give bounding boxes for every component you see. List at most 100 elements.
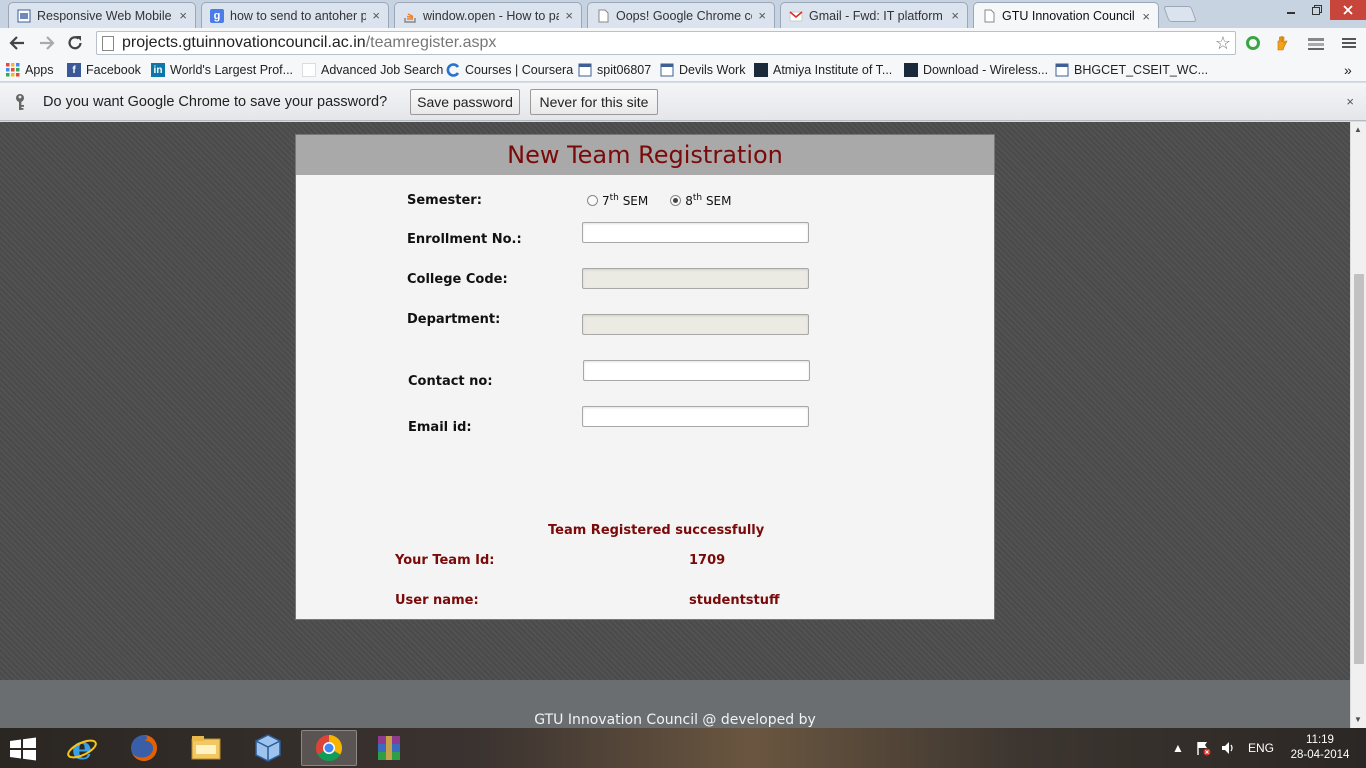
semester-7-radio[interactable]	[587, 195, 598, 206]
footer-text: GTU Innovation Council @ developed by	[534, 712, 816, 728]
tab-gmail[interactable]: Gmail - Fwd: IT platform a ×	[780, 2, 968, 28]
firefox-icon[interactable]	[116, 730, 172, 766]
language-indicator[interactable]: ENG	[1248, 728, 1274, 768]
tab-close-icon[interactable]: ×	[1142, 9, 1150, 24]
internet-explorer-icon[interactable]: e	[54, 730, 110, 766]
page-favicon-icon	[578, 63, 592, 77]
chrome-menu-icon[interactable]	[1340, 34, 1358, 52]
semester-label: Semester:	[407, 193, 482, 208]
bookmark-devils-work[interactable]: Devils Work	[660, 61, 745, 79]
page-content: New Team Registration Semester: 7th SEM …	[0, 122, 1350, 728]
chrome-icon[interactable]	[301, 730, 357, 766]
email-label: Email id:	[408, 420, 472, 435]
save-password-button[interactable]: Save password	[410, 89, 520, 115]
bookmark-label: Devils Work	[679, 63, 746, 77]
tab-close-icon[interactable]: ×	[565, 8, 573, 23]
tab-title: window.open - How to pa	[423, 8, 560, 23]
scroll-up-arrow-icon[interactable]: ▲	[1354, 125, 1362, 134]
new-tab-button[interactable]	[1163, 6, 1197, 22]
action-center-flag-icon[interactable]	[1195, 728, 1211, 768]
scrollbar-thumb[interactable]	[1354, 274, 1364, 664]
extension-drive-icon[interactable]	[1307, 34, 1325, 52]
dark-site-icon	[904, 63, 918, 77]
bookmarks-overflow-chevron-icon[interactable]: »	[1344, 61, 1352, 79]
bookmark-star-icon[interactable]: ☆	[1215, 33, 1231, 54]
clock-date: 28-04-2014	[1290, 749, 1350, 761]
bookmark-apps[interactable]: Apps	[6, 61, 54, 79]
coursera-icon	[446, 63, 460, 77]
bookmark-spit06807[interactable]: spit06807	[578, 61, 651, 79]
system-clock[interactable]: 11:19 28-04-2014	[1285, 733, 1355, 763]
semester-8-text: 8th SEM	[685, 193, 732, 208]
success-message: Team Registered successfully	[548, 523, 765, 538]
google-favicon-icon: g	[210, 8, 224, 23]
extension-green-circle-icon[interactable]	[1244, 34, 1262, 52]
address-bar[interactable]: projects.gtuinnovationcouncil.ac.in/team…	[96, 31, 1236, 55]
page-favicon-icon	[660, 63, 674, 77]
infobar-close-icon[interactable]: ×	[1346, 94, 1354, 109]
site-footer: GTU Innovation Council @ developed by	[0, 680, 1350, 728]
close-window-icon[interactable]	[1330, 0, 1366, 20]
bookmark-advanced-job-search[interactable]: Advanced Job Search	[302, 61, 443, 79]
minimize-icon[interactable]	[1278, 0, 1304, 20]
tab-close-icon[interactable]: ×	[179, 8, 187, 23]
semester-8-radio[interactable]	[670, 195, 682, 206]
volume-speaker-icon[interactable]	[1220, 728, 1236, 768]
tab-oops-chrome[interactable]: Oops! Google Chrome cou ×	[587, 2, 775, 28]
browser-toolbar: projects.gtuinnovationcouncil.ac.in/team…	[0, 28, 1366, 58]
tab-responsive-web-mobile[interactable]: Responsive Web Mobile - ×	[8, 2, 196, 28]
virtualbox-icon[interactable]	[240, 730, 296, 766]
username-value: studentstuff	[689, 593, 780, 608]
tab-strip: Responsive Web Mobile - × g how to send …	[0, 0, 1366, 29]
enrollment-input[interactable]	[582, 222, 809, 243]
windows-start-icon[interactable]	[8, 737, 38, 761]
tab-title: Gmail - Fwd: IT platform a	[809, 8, 946, 23]
email-input[interactable]	[582, 406, 809, 427]
winrar-icon[interactable]	[361, 730, 417, 766]
tab-close-icon[interactable]: ×	[951, 8, 959, 23]
username-label: User name:	[395, 593, 479, 608]
college-code-input	[582, 268, 809, 289]
windows-taskbar: e ▲ ENG 11:19 28-04-2014	[0, 728, 1366, 768]
restore-icon[interactable]	[1304, 0, 1330, 20]
bookmark-linkedin[interactable]: in World's Largest Prof...	[151, 61, 293, 79]
bookmark-label: Apps	[25, 63, 54, 77]
bookmark-label: World's Largest Prof...	[170, 63, 294, 77]
contact-input[interactable]	[583, 360, 810, 381]
college-code-label: College Code:	[407, 272, 508, 287]
forward-arrow-icon[interactable]	[36, 32, 58, 54]
bookmark-facebook[interactable]: f Facebook	[67, 61, 141, 79]
scroll-down-arrow-icon[interactable]: ▼	[1354, 715, 1362, 724]
infobar-message: Do you want Google Chrome to save your p…	[43, 94, 388, 110]
tab-title: Oops! Google Chrome cou	[616, 8, 753, 23]
adblock-hand-icon[interactable]	[1273, 34, 1291, 52]
facebook-icon: f	[67, 63, 81, 77]
bookmark-download-wireless[interactable]: Download - Wireless...	[904, 61, 1048, 79]
back-arrow-icon[interactable]	[6, 32, 28, 54]
page-icon	[102, 35, 114, 51]
vertical-scrollbar[interactable]: ▲ ▼	[1350, 122, 1366, 728]
bookmark-bhgcet[interactable]: BHGCET_CSEIT_WC...	[1055, 61, 1208, 79]
department-input	[582, 314, 809, 335]
team-registration-panel: New Team Registration Semester: 7th SEM …	[295, 134, 995, 620]
department-label: Department:	[407, 312, 501, 327]
url-host: projects.gtuinnovationcouncil.ac.in	[122, 34, 366, 51]
panel-title: New Team Registration	[296, 135, 994, 175]
bookmark-atmiya-institute[interactable]: Atmiya Institute of T...	[754, 61, 892, 79]
bookmarks-bar: Apps f Facebook in World's Largest Prof.…	[0, 58, 1366, 82]
tab-close-icon[interactable]: ×	[372, 8, 380, 23]
clock-time: 11:19	[1306, 734, 1334, 746]
bookmark-coursera[interactable]: Courses | Coursera	[446, 61, 573, 79]
semester-7-text: 7th SEM	[602, 193, 649, 208]
reload-icon[interactable]	[64, 32, 86, 54]
show-hidden-icons-icon[interactable]: ▲	[1172, 728, 1184, 768]
tab-close-icon[interactable]: ×	[758, 8, 766, 23]
tab-how-to-send[interactable]: g how to send to antoher pa ×	[201, 2, 389, 28]
tab-gtu-innovation-council[interactable]: GTU Innovation Council ×	[973, 2, 1159, 29]
file-explorer-icon[interactable]	[178, 730, 234, 766]
never-for-this-site-button[interactable]: Never for this site	[530, 89, 658, 115]
tab-window-open[interactable]: window.open - How to pa ×	[394, 2, 582, 28]
key-icon	[12, 93, 28, 111]
bookmark-label: spit06807	[597, 63, 652, 77]
page-favicon-icon	[17, 9, 31, 23]
